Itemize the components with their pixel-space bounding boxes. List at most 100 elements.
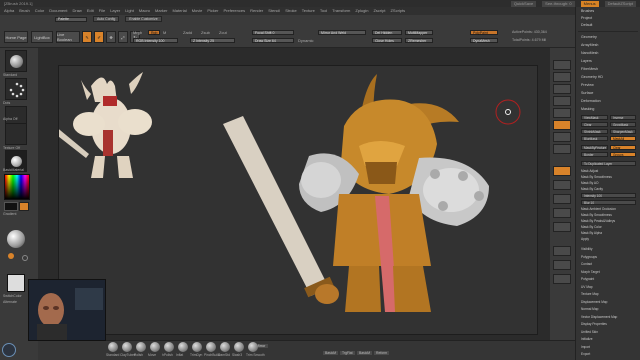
- move-button[interactable]: ✥: [106, 31, 116, 43]
- panel-geometry-hd[interactable]: Geometry HD: [581, 75, 603, 79]
- mask-item[interactable]: Mask By Cavity: [581, 187, 603, 191]
- material-slot[interactable]: BasicM: [357, 351, 373, 355]
- menu-brush[interactable]: Brush: [19, 7, 29, 15]
- menu-zscript[interactable]: Zscript: [373, 7, 385, 15]
- mask-item[interactable]: Mask By Peaks&Valleys: [581, 219, 615, 223]
- mask-groups-button[interactable]: Groups: [610, 152, 636, 157]
- panel-texture-map[interactable]: Texture Map: [581, 292, 599, 296]
- z-intensity-slider[interactable]: Z Intensity 25: [190, 38, 235, 43]
- mask-shrink-button[interactable]: ShrinkMask: [581, 129, 608, 134]
- menu-alpha[interactable]: Alpha: [4, 7, 14, 15]
- panel-normal-map[interactable]: Normal Map: [581, 307, 598, 311]
- mask-item[interactable]: Apply: [581, 237, 589, 241]
- mask-inverse-button[interactable]: Inverse: [610, 115, 636, 120]
- spix-button[interactable]: [553, 72, 571, 82]
- del-hidden-button[interactable]: Del Hidden: [372, 30, 402, 35]
- mask-item[interactable]: Mask By Alpha: [581, 231, 602, 235]
- polyf-button[interactable]: [553, 246, 571, 256]
- material-slot[interactable]: BasicM: [323, 351, 339, 355]
- local-button[interactable]: [553, 144, 571, 154]
- palette-slider[interactable]: Palette: [55, 16, 87, 22]
- mask-item[interactable]: Mask By AO: [581, 181, 599, 185]
- scale-button[interactable]: ⤢: [118, 31, 128, 43]
- switch-color-label[interactable]: SwitchColor: [3, 294, 22, 298]
- floor-button[interactable]: [553, 132, 571, 142]
- panel-export[interactable]: Export: [581, 352, 590, 356]
- material-slot[interactable]: Reform: [374, 351, 390, 355]
- panel-project[interactable]: Project: [581, 16, 592, 20]
- zoom-button[interactable]: [553, 96, 571, 106]
- panel-geometry[interactable]: Geometry: [581, 35, 597, 39]
- panel-polygroups[interactable]: Polygroups: [581, 255, 597, 259]
- default-zscript-button[interactable]: DefaultZScript: [604, 0, 636, 7]
- mask-blur-button[interactable]: BlurMask: [581, 136, 608, 141]
- move-view-button[interactable]: [553, 194, 571, 204]
- panel-nanomesh[interactable]: NanoMesh: [581, 51, 598, 55]
- actual-button[interactable]: [553, 108, 571, 118]
- bpr-button[interactable]: [553, 60, 571, 70]
- panel-default[interactable]: Default: [581, 23, 592, 27]
- panel-import[interactable]: Import: [581, 345, 590, 349]
- panel-layers[interactable]: Layers: [581, 59, 592, 63]
- brush-icon[interactable]: [192, 342, 202, 352]
- mask-item[interactable]: Mask By Smoothness: [581, 213, 612, 217]
- mask-mask-all-button[interactable]: MaskAll: [610, 136, 636, 141]
- enable-customize-button[interactable]: Enable Customize: [125, 16, 162, 22]
- brush-icon[interactable]: [108, 342, 118, 352]
- panel-polypaint[interactable]: Polypaint: [581, 277, 594, 281]
- mask-dup-mask-button[interactable]: To Duplicated Layer: [581, 161, 636, 166]
- brush-icon[interactable]: [164, 342, 174, 352]
- menu-movie[interactable]: Movie: [192, 7, 203, 15]
- panel-deformation[interactable]: Deformation: [581, 99, 601, 103]
- dynamic-toggle[interactable]: Dynamic: [298, 38, 314, 43]
- menu-edit[interactable]: Edit: [87, 7, 94, 15]
- solo-button[interactable]: [553, 274, 571, 284]
- zcut-toggle[interactable]: Zcut: [219, 30, 227, 35]
- panel-contact[interactable]: Contact: [581, 262, 592, 266]
- panel-fibermesh[interactable]: FiberMesh: [581, 67, 598, 71]
- focal-shift-slider[interactable]: Focal Shift 0: [252, 30, 294, 35]
- primary-color-swatch[interactable]: [4, 202, 18, 211]
- mask-clear-button[interactable]: Clear: [581, 122, 608, 127]
- rotate-view-button[interactable]: [553, 222, 571, 232]
- brush-icon[interactable]: [248, 342, 258, 352]
- brush-icon[interactable]: [206, 342, 216, 352]
- mask-grow-button[interactable]: GrowMask: [610, 122, 636, 127]
- panel-arraymesh[interactable]: ArrayMesh: [581, 43, 598, 47]
- secondary-color-swatch[interactable]: [19, 202, 29, 211]
- dynamesh-button[interactable]: DynaMesh: [470, 38, 498, 43]
- menu-zscripts[interactable]: ZScripts: [390, 7, 405, 15]
- frame-button[interactable]: [553, 180, 571, 190]
- menu-tool[interactable]: Tool: [320, 7, 327, 15]
- draw-size-slider[interactable]: Draw Size 64: [252, 38, 294, 43]
- m-toggle[interactable]: M: [163, 30, 166, 35]
- scroll-button[interactable]: [553, 84, 571, 94]
- panel-initialize[interactable]: Initialize: [581, 337, 593, 341]
- panel-unified-skin[interactable]: Unified Skin: [581, 330, 598, 334]
- menu-texture[interactable]: Texture: [302, 7, 315, 15]
- brush-icon[interactable]: [122, 342, 132, 352]
- menu-macro[interactable]: Macro: [139, 7, 150, 15]
- live-boolean-button[interactable]: Live Boolean: [56, 31, 80, 43]
- brush-icon[interactable]: [150, 342, 160, 352]
- switch-color-swatch[interactable]: [7, 274, 25, 292]
- menu-light[interactable]: Light: [125, 7, 134, 15]
- menu-marker[interactable]: Marker: [155, 7, 167, 15]
- rgb-toggle[interactable]: Rgb: [148, 30, 160, 35]
- mrgb-label[interactable]: Mrgb: [133, 30, 142, 35]
- document-canvas[interactable]: [38, 48, 550, 340]
- xyz-button[interactable]: [553, 166, 571, 176]
- mask-sharpen-button[interactable]: SharpenMask: [610, 129, 636, 134]
- texture-thumbnail[interactable]: [5, 123, 27, 145]
- panel-vector-displacement-map[interactable]: Vector Displacement Map: [581, 315, 617, 319]
- persp-button[interactable]: [553, 120, 571, 130]
- brush-icon[interactable]: [220, 342, 230, 352]
- panel-display-properties[interactable]: Display Properties: [581, 322, 607, 326]
- menu-draw[interactable]: Draw: [72, 7, 81, 15]
- menu-file[interactable]: File: [99, 7, 105, 15]
- zremesher-button[interactable]: ZRemesher: [405, 38, 433, 43]
- menu-zplugin[interactable]: Zplugin: [355, 7, 368, 15]
- brush-thumbnail[interactable]: [5, 50, 27, 72]
- brush-icon[interactable]: [136, 342, 146, 352]
- menu-transform[interactable]: Transform: [332, 7, 350, 15]
